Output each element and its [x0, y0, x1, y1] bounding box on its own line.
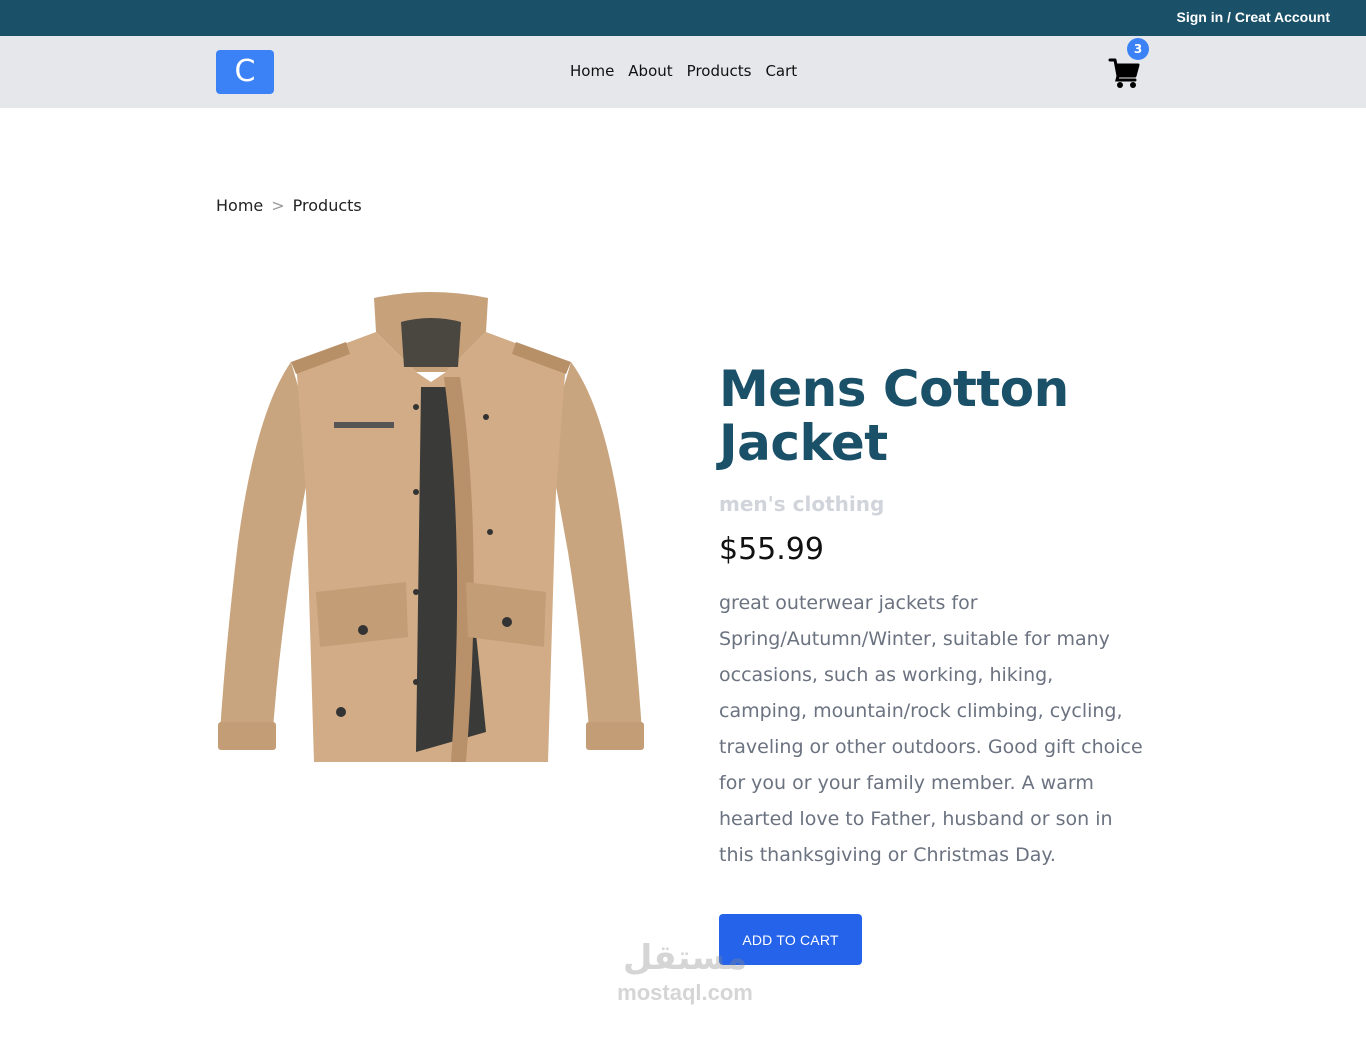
top-bar: Sign in / Creat Account: [0, 0, 1366, 36]
breadcrumb-home[interactable]: Home: [216, 196, 263, 215]
cart-count-badge: 3: [1127, 38, 1149, 60]
watermark-arabic: مستقل: [622, 938, 748, 978]
product-title-line2: Jacket: [719, 414, 888, 472]
nav-link-cart[interactable]: Cart: [765, 62, 797, 80]
nav-link-home[interactable]: Home: [570, 62, 614, 80]
breadcrumb-products[interactable]: Products: [293, 196, 362, 215]
breadcrumb: Home > Products: [216, 196, 362, 215]
watermark-latin: mostaql.com: [617, 980, 753, 1005]
product-description: great outerwear jackets for Spring/Autum…: [719, 592, 1143, 866]
auth-label[interactable]: Sign in / Creat Account: [1177, 9, 1331, 25]
cart-icon[interactable]: [1108, 56, 1142, 90]
watermark-logo: مستقل mostaql.com: [600, 936, 770, 1016]
nav-link-about[interactable]: About: [628, 62, 672, 80]
sign-in-create-account-link[interactable]: Sign in / Creat Account: [1177, 9, 1331, 25]
product-image: [216, 292, 646, 772]
product-price: $55.99: [719, 532, 824, 567]
product-title-line1: Mens Cotton: [719, 360, 1069, 418]
breadcrumb-separator: >: [271, 196, 285, 215]
product-category: men's clothing: [719, 492, 885, 516]
product-details: Mens Cotton Jacket men's clothing $55.99…: [719, 362, 1149, 873]
logo[interactable]: C: [216, 50, 274, 94]
nav-link-products[interactable]: Products: [687, 62, 752, 80]
main-navbar: C Home About Products Cart 3: [0, 36, 1366, 108]
nav-links: Home About Products Cart: [570, 62, 797, 80]
product-title: Mens Cotton Jacket: [719, 362, 1149, 470]
